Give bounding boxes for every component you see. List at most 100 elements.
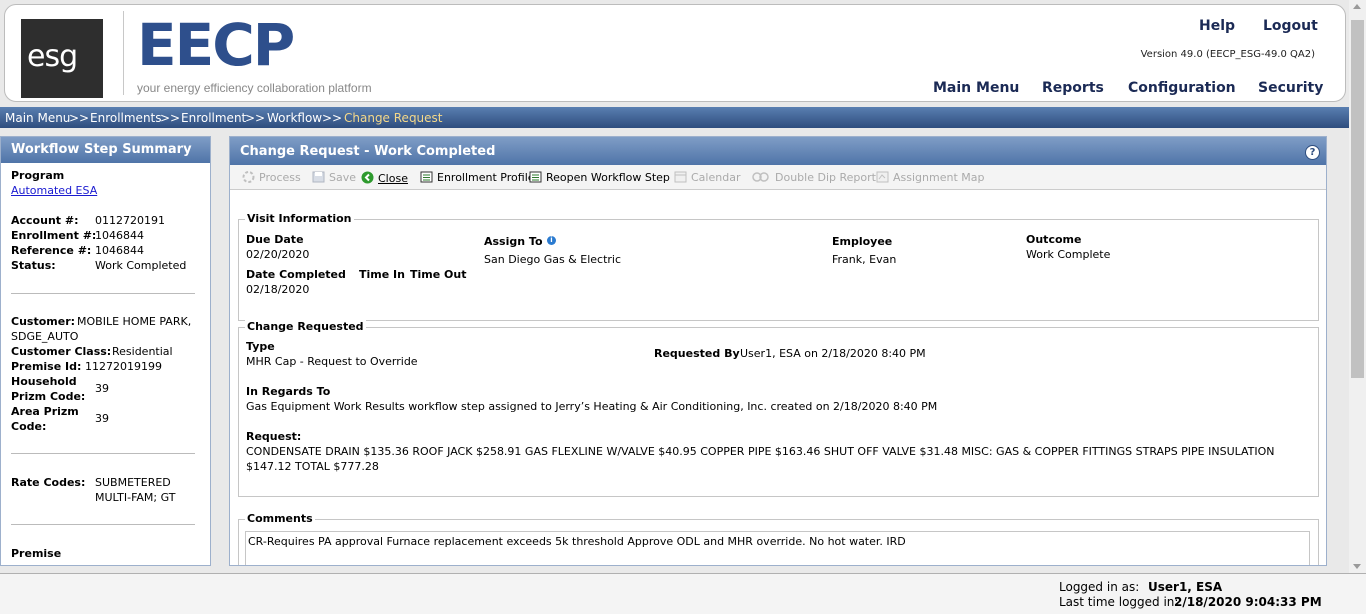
type-value: MHR Cap - Request to Override [246,355,418,368]
tagline: your energy efficiency collaboration pla… [137,81,372,95]
breadcrumb-sep: >> [322,111,343,125]
outcome-label: Outcome [1026,233,1082,246]
double-dip-report-button[interactable]: Double Dip Report [751,171,876,184]
customer-class-value: Residential [112,345,173,358]
calendar-icon [674,171,687,183]
last-login-value: 2/18/2020 9:04:33 PM [1174,595,1322,609]
customer-label: Customer: [11,315,76,328]
visit-information-section: Visit Information Due Date 02/20/2020 Da… [238,212,1319,321]
customer-value-2: SDGE_AUTO [11,330,79,343]
logged-in-label: Logged in as: [1059,580,1140,594]
sidebar-title: Workflow Step Summary [1,137,210,163]
breadcrumb-enrollments[interactable]: Enrollments [90,111,162,125]
outcome-value: Work Complete [1026,248,1111,261]
breadcrumb-workflow[interactable]: Workflow [267,111,322,125]
type-label: Type [246,340,275,353]
program-link[interactable]: Automated ESA [11,184,97,197]
due-date-value: 02/20/2020 [246,248,310,261]
scroll-down-icon[interactable] [1353,564,1361,569]
eecp-logo: EECP [137,11,295,79]
enrollment-profile-icon [420,171,433,183]
household-prizm-label-2: Prizm Code: [11,390,86,403]
date-completed-label: Date Completed [246,268,346,281]
customer-value: MOBILE HOME PARK, [77,315,192,328]
enrollment-label: Enrollment #: [11,229,97,242]
breadcrumb: Main Menu >> Enrollments >> Enrollment >… [0,107,1349,128]
breadcrumb-main-menu[interactable]: Main Menu [5,111,70,125]
change-requested-legend: Change Requested [245,320,366,333]
scroll-up-icon[interactable] [1353,4,1361,9]
panel-title: Change Request - Work Completed [240,144,496,159]
esg-logo-text: esg [27,39,78,74]
comments-legend: Comments [245,512,315,525]
requested-by-value: User1, ESA on 2/18/2020 8:40 PM [740,347,926,360]
due-date-label: Due Date [246,233,304,246]
breadcrumb-sep: >> [245,111,266,125]
household-prizm-label: Household [11,375,77,388]
map-icon [876,171,889,183]
comments-textarea[interactable]: CR-Requires PA approval Furnace replacem… [245,531,1310,565]
scrollbar-thumb[interactable] [1351,20,1364,378]
nav-configuration[interactable]: Configuration [1128,80,1236,96]
help-icon[interactable]: ? [1305,145,1320,160]
employee-value: Frank, Evan [832,253,897,266]
calendar-button[interactable]: Calendar [674,171,740,184]
comments-text: CR-Requires PA approval Furnace replacem… [248,535,906,548]
request-line-2: $147.12 TOTAL $777.28 [246,460,379,473]
divider [11,524,195,525]
time-in-label: Time In [359,268,405,281]
account-label: Account #: [11,214,79,227]
reopen-icon [529,171,542,183]
esg-logo: esg [21,19,103,98]
area-prizm-label: Area Prizm [11,405,79,418]
breadcrumb-enrollment[interactable]: Enrollment [181,111,246,125]
nav-main-menu[interactable]: Main Menu [933,80,1019,96]
time-out-label: Time Out [410,268,467,281]
rate-codes-value-2: MULTI-FAM; GT [95,491,176,504]
divider [11,293,195,294]
assign-to-label: Assign To [484,235,543,248]
status-value: Work Completed [95,259,187,272]
process-button[interactable]: Process [242,171,301,184]
toolbar: Process Save Close Enrollment Profile Re… [230,165,1326,190]
logout-link[interactable]: Logout [1263,18,1318,34]
area-prizm-label-2: Code: [11,420,47,433]
assign-to-value: San Diego Gas & Electric [484,253,622,266]
date-completed-value: 02/18/2020 [246,283,310,296]
breadcrumb-current: Change Request [344,111,443,125]
info-icon[interactable]: i [547,236,556,245]
workflow-step-summary: Workflow Step Summary Program Automated … [0,136,211,566]
panel-title-bar: Change Request - Work Completed ? [230,137,1326,165]
change-requested-section: Change Requested Type MHR Cap - Request … [238,320,1319,497]
last-login-label: Last time logged in: [1059,595,1179,609]
household-prizm-value: 39 [95,382,109,395]
reference-value: 1046844 [95,244,144,257]
change-request-panel: Change Request - Work Completed ? Proces… [229,136,1327,566]
status-label: Status: [11,259,56,272]
help-link[interactable]: Help [1199,18,1235,34]
rate-codes-value: SUBMETERED [95,476,171,489]
breadcrumb-sep: >> [160,111,181,125]
requested-by-label: Requested By [654,347,740,360]
nav-security[interactable]: Security [1258,80,1323,96]
assignment-map-button[interactable]: Assignment Map [876,171,984,184]
reopen-workflow-step-button[interactable]: Reopen Workflow Step [529,171,670,184]
in-regards-to-label: In Regards To [246,385,331,398]
enrollment-value: 1046844 [95,229,144,242]
header: esg EECP your energy efficiency collabor… [4,4,1346,102]
page-scrollbar[interactable] [1349,0,1366,573]
enrollment-profile-button[interactable]: Enrollment Profile [420,171,535,184]
nav-reports[interactable]: Reports [1042,80,1104,96]
request-line-1: CONDENSATE DRAIN $135.36 ROOF JACK $258.… [246,445,1275,458]
logged-in-value: User1, ESA [1148,580,1223,594]
visit-information-legend: Visit Information [245,212,354,225]
close-icon [361,171,374,184]
breadcrumb-sep: >> [69,111,90,125]
employee-label: Employee [832,235,893,248]
premise-id-label: Premise Id: [11,360,82,373]
in-regards-to-value: Gas Equipment Work Results workflow step… [246,400,938,413]
version-text: Version 49.0 (EECP_ESG-49.0 QA2) [1140,49,1315,60]
save-button[interactable]: Save [312,171,356,184]
comments-section: Comments CR-Requires PA approval Furnace… [238,512,1319,565]
close-button[interactable]: Close [361,171,408,185]
